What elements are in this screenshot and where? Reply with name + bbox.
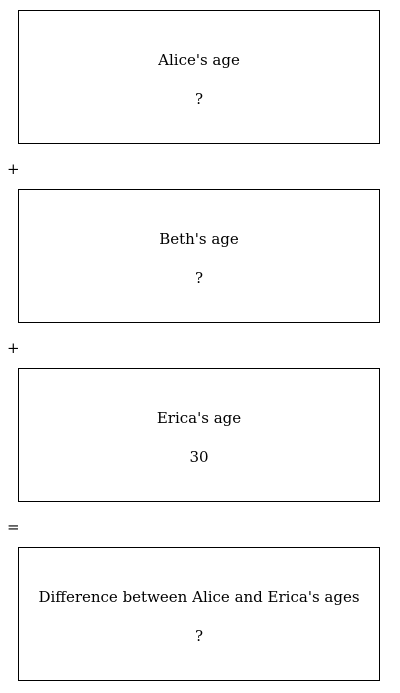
alice-age-value: ? [194,90,204,108]
erica-age-box: Erica's age 30 [18,368,380,502]
plus-operator-1: + [7,160,20,178]
alice-age-label: Alice's age [158,51,240,69]
beth-age-value: ? [194,269,204,287]
age-difference-box: Difference between Alice and Erica's age… [18,547,380,681]
erica-age-label: Erica's age [156,409,242,427]
erica-age-value: 30 [189,448,209,466]
plus-operator-2: + [7,339,20,357]
beth-age-box: Beth's age ? [18,189,380,323]
age-difference-value: ? [194,627,204,645]
age-difference-label: Difference between Alice and Erica's age… [38,588,360,606]
alice-age-box: Alice's age ? [18,10,380,144]
beth-age-label: Beth's age [159,230,239,248]
equals-operator: = [7,518,20,536]
